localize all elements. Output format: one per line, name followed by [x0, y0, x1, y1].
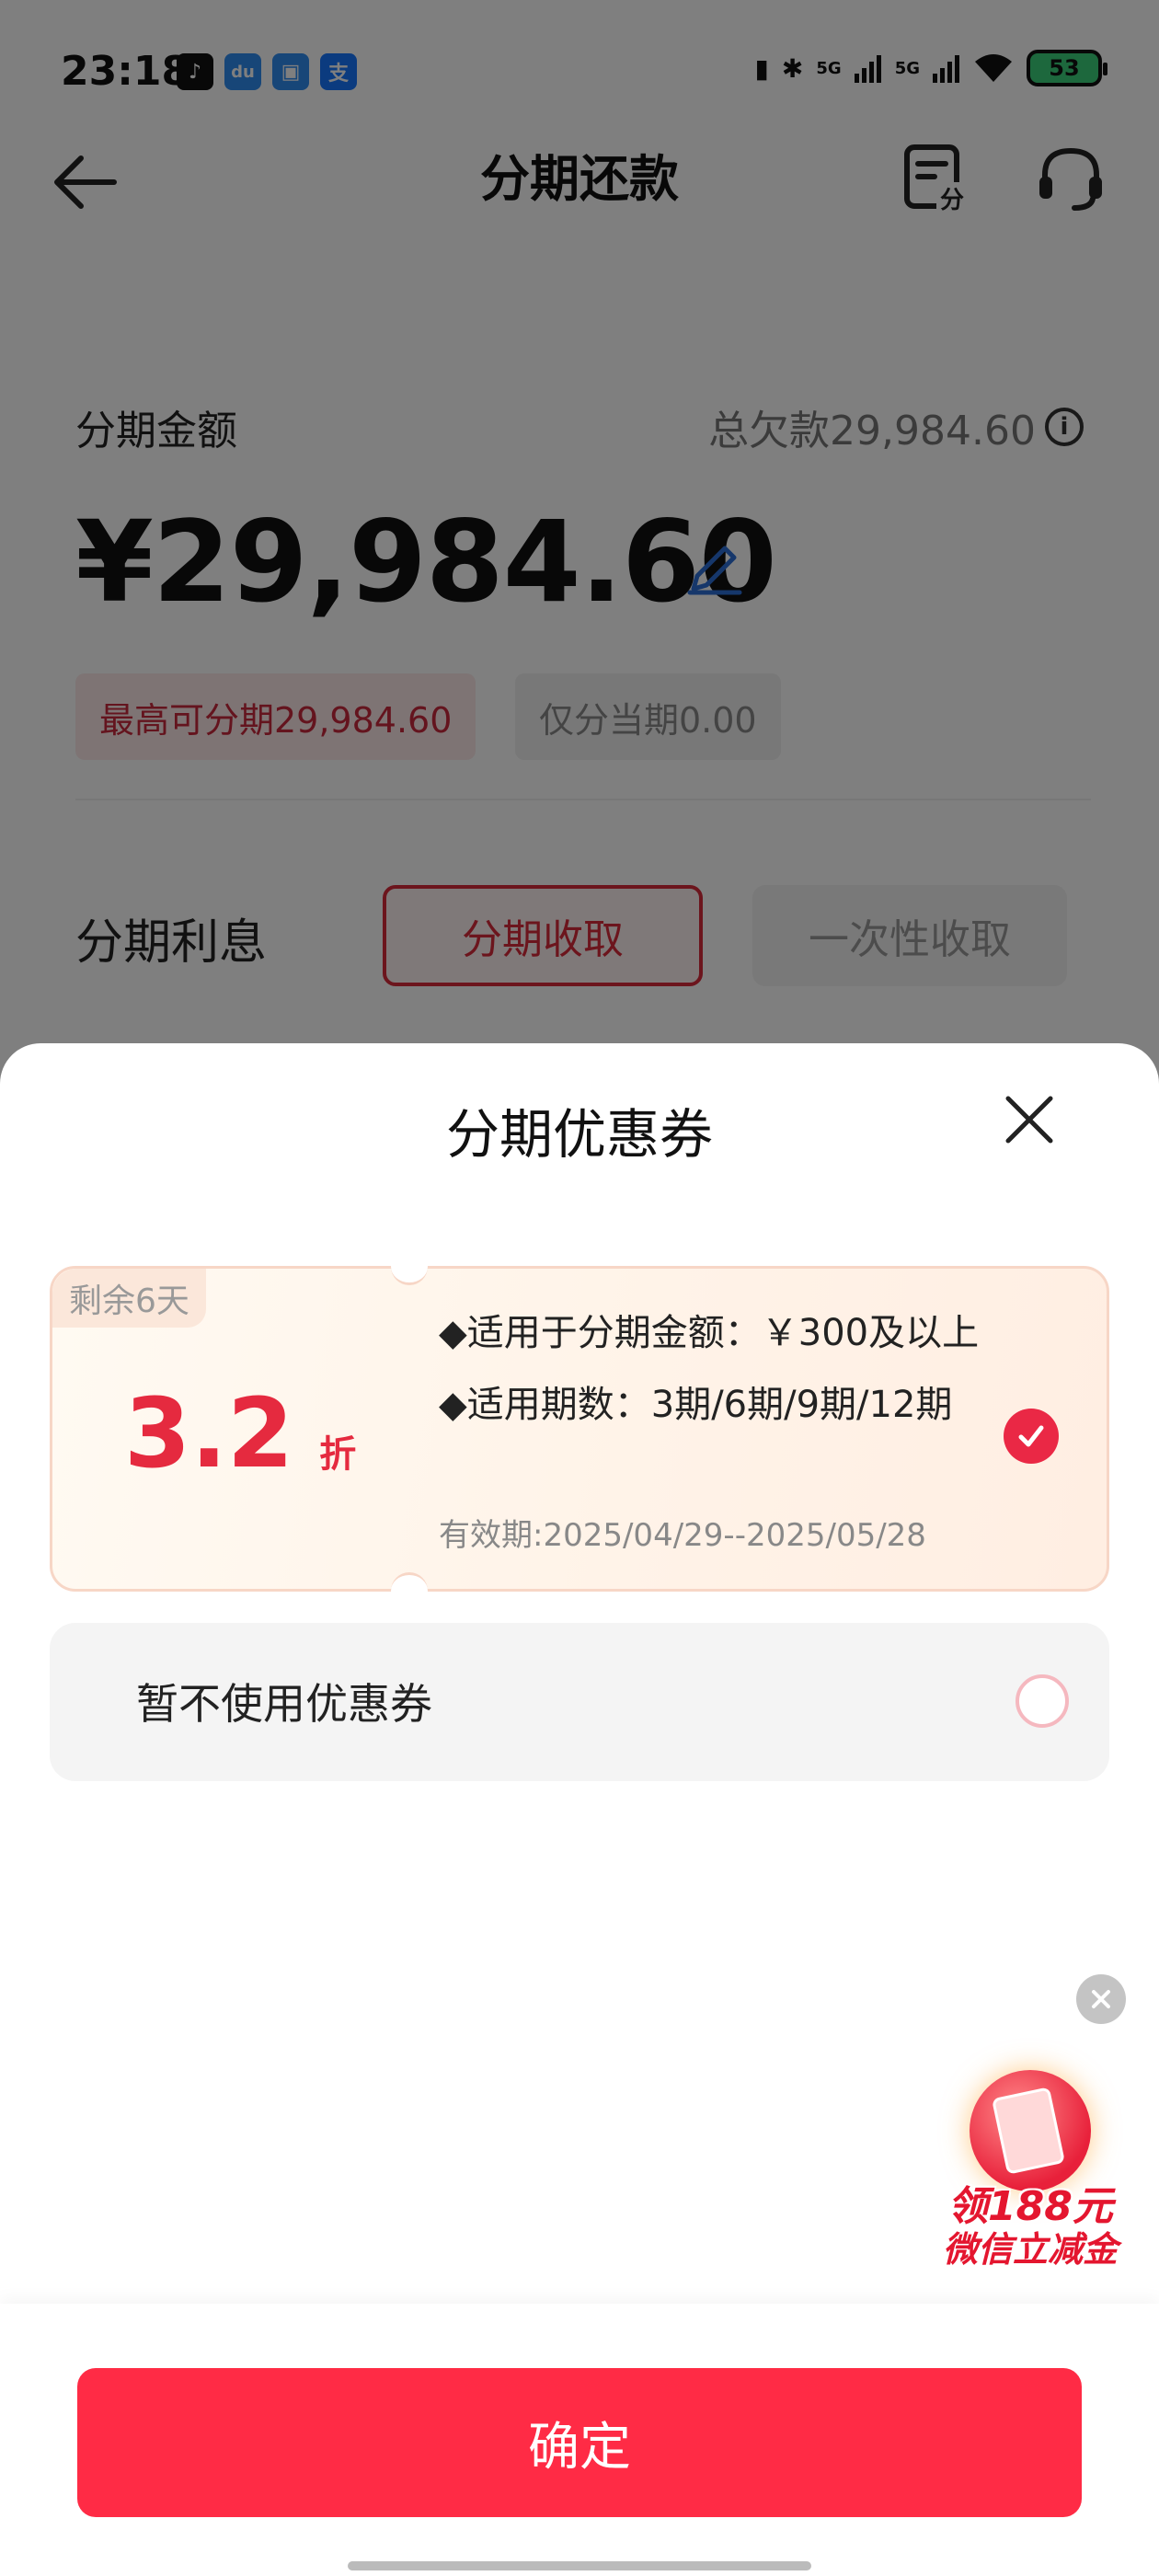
wechat-promo-floating[interactable]: 领188元 微信立减金: [920, 2042, 1131, 2270]
coupon-validity: 有效期:2025/04/29--2025/05/28: [439, 1517, 926, 1554]
confirm-button[interactable]: 确定: [77, 2368, 1082, 2517]
discount: 3.2 折: [124, 1377, 356, 1489]
promo-line-2: 微信立减金: [942, 2229, 1118, 2270]
dim-overlay[interactable]: [0, 0, 1159, 1104]
discount-value: 3.2: [124, 1377, 294, 1489]
sheet-title: 分期优惠券: [445, 1103, 713, 1166]
close-icon: [1092, 1990, 1110, 2008]
coupon-condition-periods: ◆适用期数：3期/6期/9期/12期: [439, 1384, 953, 1426]
no-coupon-option[interactable]: 暂不使用优惠券: [50, 1623, 1109, 1781]
coupon-card[interactable]: 剩余6天 3.2 折 ◆适用于分期金额：￥300及以上 ◆适用期数：3期/6期/…: [50, 1248, 1109, 1609]
ticket-notch-top: [391, 1248, 428, 1285]
no-coupon-label: 暂不使用优惠券: [136, 1679, 432, 1729]
coupon-selected-checkbox[interactable]: [1004, 1409, 1059, 1464]
promo-close-button[interactable]: [1076, 1974, 1126, 2024]
remaining-days-tag: 剩余6天: [52, 1269, 206, 1328]
ticket-notch-bottom: [391, 1572, 428, 1609]
no-coupon-radio[interactable]: [1016, 1674, 1069, 1728]
close-icon[interactable]: [999, 1089, 1060, 1150]
home-indicator[interactable]: [348, 2561, 811, 2570]
coupon-condition-amount: ◆适用于分期金额：￥300及以上: [439, 1312, 980, 1354]
checkmark-icon: [1018, 1425, 1044, 1447]
discount-unit: 折: [319, 1433, 357, 1476]
footer: 确定: [0, 2304, 1159, 2576]
